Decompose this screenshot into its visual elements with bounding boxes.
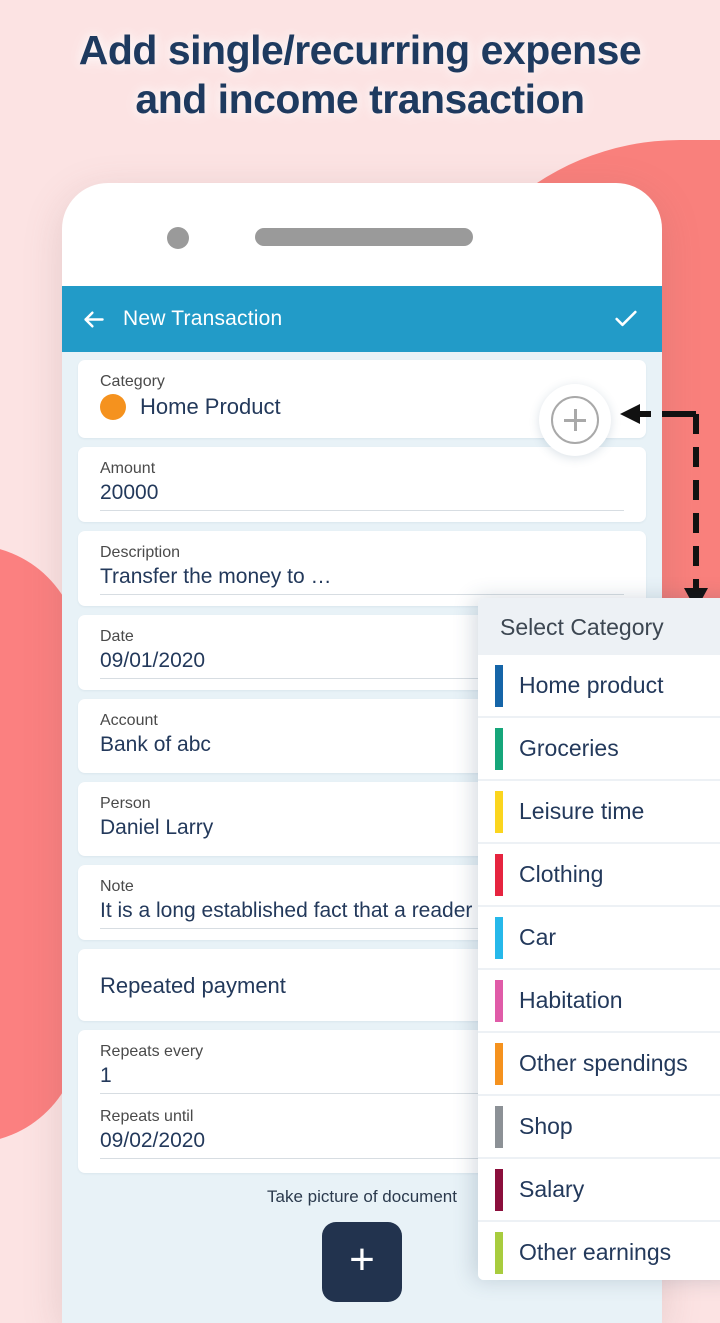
dropdown-title: Select Category bbox=[478, 598, 720, 655]
category-color-bar bbox=[495, 1168, 503, 1211]
dashed-arrow-connector bbox=[612, 398, 720, 613]
category-color-bar bbox=[495, 979, 503, 1022]
category-list-item-label: Groceries bbox=[519, 735, 619, 761]
category-color-bar bbox=[495, 916, 503, 959]
category-list-item-label: Car bbox=[519, 924, 557, 950]
category-list-item-label: Salary bbox=[519, 1176, 585, 1202]
category-color-bar bbox=[495, 853, 503, 896]
category-list-item[interactable]: Leisure time bbox=[478, 781, 720, 842]
field-value-description: Transfer the money to … bbox=[100, 565, 624, 595]
add-category-button[interactable] bbox=[539, 384, 611, 456]
category-list-item-label: Shop bbox=[519, 1113, 573, 1139]
phone-top-bezel bbox=[62, 183, 662, 286]
category-list-item-label: Habitation bbox=[519, 987, 623, 1013]
headline-line-2: and income transaction bbox=[135, 76, 585, 123]
category-list-item[interactable]: Salary bbox=[478, 1159, 720, 1220]
category-list-item[interactable]: Clothing bbox=[478, 844, 720, 905]
category-color-bar bbox=[495, 790, 503, 833]
app-bar: New Transaction bbox=[62, 286, 662, 352]
back-arrow-icon[interactable] bbox=[80, 306, 107, 333]
field-value-category: Home Product bbox=[140, 394, 281, 419]
page-title: Add single/recurring expense and income … bbox=[0, 26, 720, 124]
check-icon[interactable] bbox=[612, 305, 640, 333]
field-value-amount: 20000 bbox=[100, 481, 624, 511]
category-list: Home product Groceries Leisure time Clothin… bbox=[478, 655, 720, 1280]
category-color-bar bbox=[495, 1105, 503, 1148]
category-list-item[interactable]: Car bbox=[478, 907, 720, 968]
category-color-bar bbox=[495, 1042, 503, 1085]
headline-line-1: Add single/recurring expense bbox=[78, 27, 642, 73]
category-list-item-label: Other spendings bbox=[519, 1050, 688, 1076]
category-color-bar bbox=[495, 727, 503, 770]
category-color-bar bbox=[495, 664, 503, 707]
field-label-category: Category bbox=[100, 373, 165, 390]
app-bar-title: New Transaction bbox=[123, 307, 283, 330]
category-list-item-label: Other earnings bbox=[519, 1239, 672, 1265]
category-list-item[interactable]: Shop bbox=[478, 1096, 720, 1157]
add-document-button[interactable]: + bbox=[322, 1222, 402, 1302]
field-description[interactable]: Description Transfer the money to … bbox=[78, 531, 646, 606]
category-list-item[interactable]: Habitation bbox=[478, 970, 720, 1031]
field-amount[interactable]: Amount 20000 bbox=[78, 447, 646, 522]
field-label-description: Description bbox=[100, 544, 181, 561]
category-list-item[interactable]: Other spendings bbox=[478, 1033, 720, 1094]
category-color-dot bbox=[100, 394, 126, 420]
category-list-item-label: Clothing bbox=[519, 861, 604, 887]
category-list-item[interactable]: Groceries bbox=[478, 718, 720, 779]
category-color-bar bbox=[495, 1231, 503, 1274]
select-category-dropdown: Select Category Home product Groceries Lei… bbox=[478, 598, 720, 1280]
camera-icon bbox=[167, 227, 189, 249]
category-list-item[interactable]: Other earnings bbox=[478, 1222, 720, 1280]
repeated-payment-label: Repeated payment bbox=[100, 973, 286, 998]
category-list-item[interactable]: Home product bbox=[478, 655, 720, 716]
plus-circle-icon bbox=[551, 396, 599, 444]
category-list-item-label: Home product bbox=[519, 672, 664, 698]
field-label-amount: Amount bbox=[100, 460, 156, 477]
category-list-item-label: Leisure time bbox=[519, 798, 645, 824]
speaker-grill bbox=[255, 228, 473, 246]
